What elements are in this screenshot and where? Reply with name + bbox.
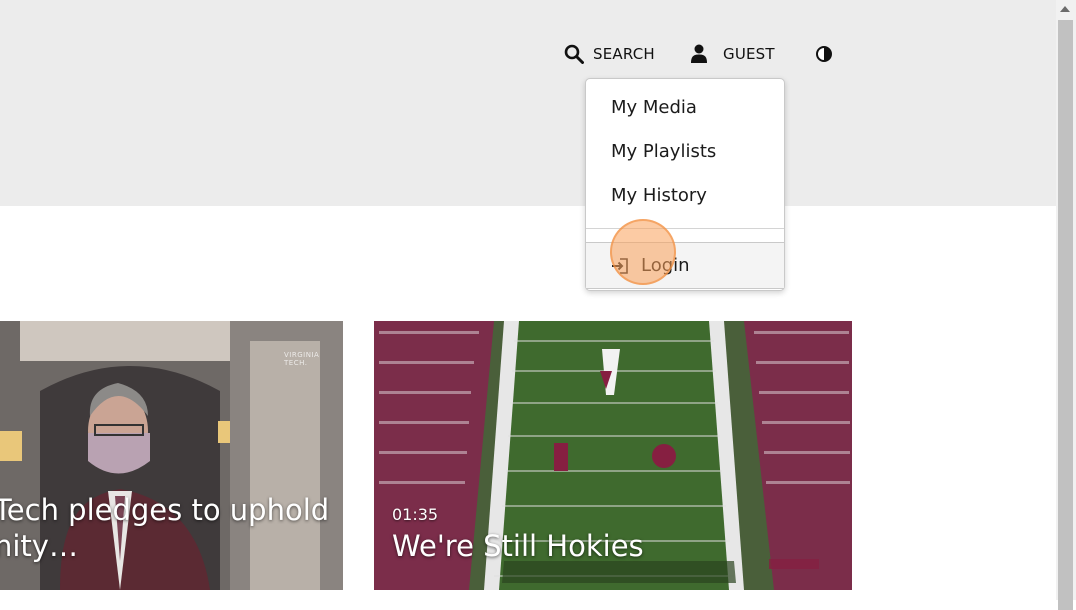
login-button[interactable]: Login xyxy=(586,242,784,289)
search-icon xyxy=(564,44,584,64)
contrast-toggle[interactable] xyxy=(815,40,833,68)
header-banner xyxy=(0,0,1056,206)
media-card[interactable]: VIRGINIA TECH. Tech pledges to uphold ni… xyxy=(0,321,343,590)
search-label: SEARCH xyxy=(593,45,655,63)
menu-item-my-playlists[interactable]: My Playlists xyxy=(611,141,716,162)
menu-divider xyxy=(586,228,784,229)
user-menu-button[interactable]: GUEST xyxy=(690,40,775,68)
media-card[interactable]: 01:35 We're Still Hokies xyxy=(374,321,852,590)
menu-item-my-history[interactable]: My History xyxy=(611,185,707,206)
scroll-up-arrow-icon[interactable] xyxy=(1060,6,1070,12)
menu-item-my-media[interactable]: My Media xyxy=(611,97,697,118)
login-icon xyxy=(612,257,628,274)
card-title: Tech pledges to uphold nity… xyxy=(0,493,330,563)
card-title: We're Still Hokies xyxy=(392,529,644,563)
contrast-icon xyxy=(816,46,832,62)
scrollbar-thumb[interactable] xyxy=(1058,20,1073,610)
user-label: GUEST xyxy=(723,45,775,63)
user-dropdown-menu: My Media My Playlists My History Login xyxy=(585,78,785,291)
user-icon xyxy=(691,44,707,63)
login-label: Login xyxy=(641,255,690,276)
video-duration: 01:35 xyxy=(392,505,439,524)
watermark-logo: VIRGINIA TECH. xyxy=(284,351,320,367)
search-button[interactable]: SEARCH xyxy=(564,40,655,68)
vertical-scrollbar[interactable] xyxy=(1056,0,1076,610)
